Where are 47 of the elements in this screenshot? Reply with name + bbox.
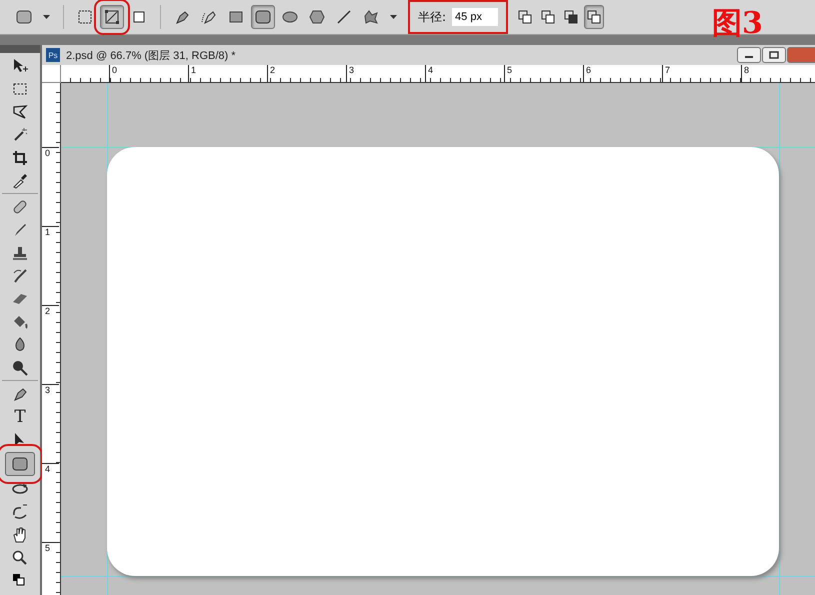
window-title: 2.psd @ 66.7% (图层 31, RGB/8) * (66, 48, 236, 62)
maximize-icon (769, 51, 779, 59)
hexagon-icon (308, 8, 326, 26)
ruler-number: 5 (42, 542, 59, 554)
minimize-button[interactable] (737, 47, 761, 63)
ruler-number: 6 (583, 65, 592, 82)
ruler-number: 2 (42, 305, 59, 317)
caret-icon (43, 15, 50, 19)
eyedropper-icon (11, 172, 29, 190)
lasso-icon (11, 102, 29, 120)
figure-label: 图3 (712, 6, 763, 42)
overlapping-squares-icon (541, 10, 556, 24)
ruler-number: 1 (188, 65, 196, 82)
path-square-icon (103, 8, 121, 26)
overlapping-squares-icon (587, 10, 602, 24)
combine-mode-button[interactable] (584, 5, 604, 29)
ruler-number: 3 (42, 384, 59, 396)
ruler-number: 0 (109, 65, 118, 82)
overlapping-squares-icon (564, 10, 578, 24)
ruler-number: 2 (267, 65, 276, 82)
rounded-square-icon (16, 9, 32, 25)
brush-icon (11, 266, 29, 284)
ruler-number: 8 (741, 65, 750, 82)
blob-shape-icon (362, 8, 380, 26)
line-icon (335, 8, 353, 26)
app-badge: Ps (46, 48, 60, 62)
crop-icon (11, 148, 29, 166)
rounded-rectangle-icon (11, 455, 29, 473)
ruler-number: 3 (346, 65, 354, 82)
ruler-number: 4 (42, 463, 59, 475)
overlapping-squares-icon (518, 10, 532, 24)
radius-field[interactable]: 45 px (452, 8, 498, 26)
rounded-rectangle-icon (254, 8, 272, 26)
type-tool-button[interactable]: T (5, 406, 35, 427)
ruler-number: 7 (662, 65, 670, 82)
ruler-number: 0 (42, 147, 59, 159)
radius-label: 半径: (418, 8, 446, 26)
zoom-icon (11, 548, 29, 566)
ruler-number: 5 (504, 65, 512, 82)
ruler-number: 4 (425, 65, 434, 82)
caret-icon (390, 15, 397, 19)
rounded-rectangle-tool-button[interactable] (251, 5, 275, 29)
dashed-square-icon (76, 8, 94, 26)
ruler-number: 1 (42, 226, 59, 238)
maximize-button[interactable] (762, 47, 786, 63)
move-icon (11, 56, 29, 74)
toolbox-header (0, 45, 40, 53)
